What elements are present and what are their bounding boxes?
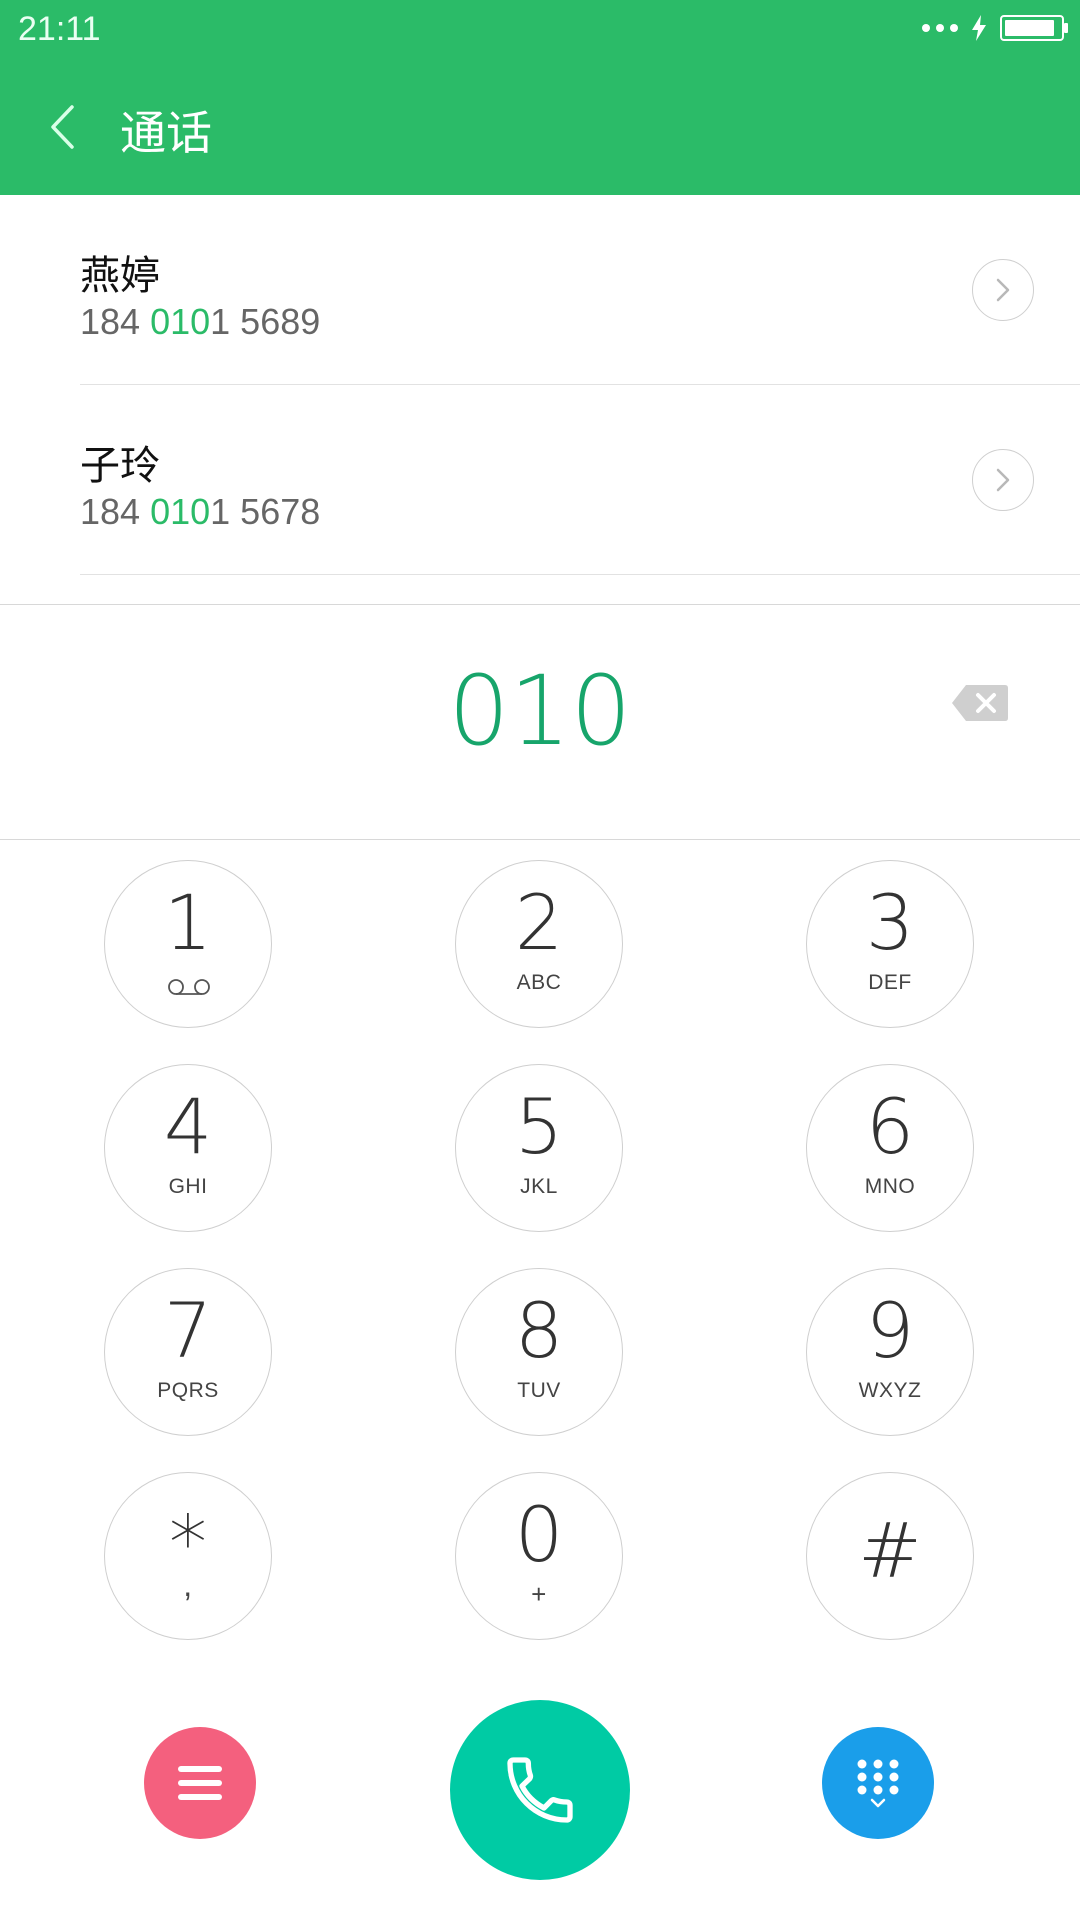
key-digit: 6: [865, 1082, 915, 1171]
contact-detail-button[interactable]: [972, 449, 1034, 511]
key-letters: TUV: [517, 1379, 561, 1402]
key-digit: 4: [163, 1082, 213, 1171]
menu-button[interactable]: [144, 1727, 256, 1839]
chevron-right-icon: [996, 278, 1010, 302]
contact-row[interactable]: 子玲 184 0101 5678: [80, 385, 1080, 575]
key-8[interactable]: 8 TUV: [455, 1268, 623, 1436]
key-letters: PQRS: [157, 1379, 219, 1402]
contact-row[interactable]: 燕婷 184 0101 5689: [80, 195, 1080, 385]
back-chevron-icon: [51, 105, 74, 149]
voicemail-icon: [168, 979, 210, 995]
dialed-number: 010: [448, 655, 632, 767]
number-match: 010: [150, 301, 211, 342]
call-button[interactable]: [450, 1700, 630, 1880]
status-icons: [922, 14, 1068, 42]
key-0[interactable]: 0 +: [455, 1472, 623, 1640]
dial-display: 010: [0, 604, 1080, 840]
key-digit: 9: [865, 1286, 915, 1375]
key-digit: 5: [514, 1082, 564, 1171]
contact-number: 184 0101 5689: [80, 301, 320, 343]
key-7[interactable]: 7 PQRS: [104, 1268, 272, 1436]
battery-icon: [1000, 15, 1068, 41]
key-digit: 3: [865, 878, 915, 967]
app-header: 21:11 通话: [0, 0, 1080, 195]
key-letters: +: [531, 1579, 547, 1609]
key-digit: 0: [514, 1490, 564, 1579]
contact-name: 子玲: [80, 443, 160, 489]
keypad-toggle-button[interactable]: [822, 1727, 934, 1839]
key-2[interactable]: 2 ABC: [455, 860, 623, 1028]
number-suffix: 1 5689: [210, 301, 321, 342]
key-9[interactable]: 9 WXYZ: [806, 1268, 974, 1436]
key-hash[interactable]: #: [806, 1472, 974, 1640]
backspace-icon[interactable]: [950, 681, 1010, 725]
status-time: 21:11: [18, 10, 101, 48]
number-prefix: 184: [80, 491, 151, 532]
key-4[interactable]: 4 GHI: [104, 1064, 272, 1232]
chevron-right-icon: [996, 468, 1010, 492]
page-title: 通话: [120, 106, 212, 160]
back-button[interactable]: [32, 92, 92, 162]
key-digit: 2: [514, 878, 564, 967]
key-digit: 8: [514, 1286, 564, 1375]
key-6[interactable]: 6 MNO: [806, 1064, 974, 1232]
dialpad-icon: [857, 1759, 899, 1808]
more-dots-icon: [922, 24, 958, 32]
key-3[interactable]: 3 DEF: [806, 860, 974, 1028]
contact-number: 184 0101 5678: [80, 491, 320, 533]
number-prefix: 184: [80, 301, 151, 342]
key-digit: 7: [163, 1286, 213, 1375]
charging-icon: [972, 15, 986, 41]
key-letters: JKL: [520, 1175, 558, 1198]
key-letters: GHI: [168, 1175, 208, 1198]
key-letters: ABC: [516, 971, 562, 994]
key-5[interactable]: 5 JKL: [455, 1064, 623, 1232]
number-match: 010: [150, 491, 211, 532]
key-letters: MNO: [864, 1175, 916, 1198]
hamburger-icon: [178, 1766, 222, 1800]
key-digit: 1: [163, 878, 213, 967]
number-suffix: 1 5678: [210, 491, 321, 532]
key-star[interactable]: * ,: [104, 1472, 272, 1640]
key-letters: ,: [183, 1567, 193, 1603]
key-letters: WXYZ: [858, 1379, 922, 1402]
contact-name: 燕婷: [80, 253, 160, 299]
key-1[interactable]: 1: [104, 860, 272, 1028]
key-letters: DEF: [868, 971, 912, 994]
key-digit: #: [858, 1506, 922, 1595]
contact-suggestions: 燕婷 184 0101 5689 子玲 184 0101 5678: [0, 195, 1080, 575]
phone-icon: [507, 1757, 573, 1823]
contact-detail-button[interactable]: [972, 259, 1034, 321]
